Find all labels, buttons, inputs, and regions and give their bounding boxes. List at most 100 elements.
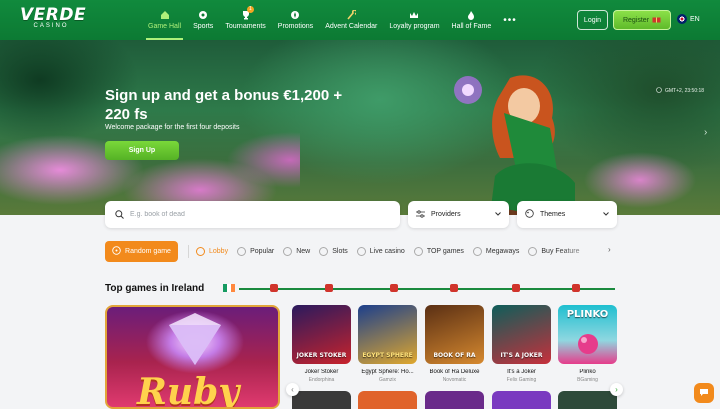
game-thumbnail: BOOK OF RA	[425, 305, 484, 364]
random-game-label: Random game	[125, 248, 171, 255]
nav-loyalty-program[interactable]: Loyalty program	[383, 0, 445, 40]
ireland-flag-icon	[223, 284, 235, 292]
hero-clock: GMT+2, 23:50:18	[656, 87, 704, 95]
category-popular[interactable]: Popular	[237, 247, 274, 256]
game-art-text: PLINKO	[566, 309, 609, 320]
christmas-garland	[239, 288, 615, 290]
language-label: EN	[690, 15, 700, 23]
flame-icon	[466, 10, 476, 20]
cart-icon	[528, 247, 538, 256]
nav-advent-calendar[interactable]: Advent Calendar	[319, 0, 383, 40]
bow-decoration	[390, 284, 398, 292]
megaways-icon	[472, 247, 482, 256]
signup-button[interactable]: Sign Up	[105, 141, 179, 160]
featured-game-art-text: Ruby	[137, 371, 240, 409]
hero-banner: Sign up and get a bonus €1,200 + 220 fs …	[0, 40, 720, 215]
game-name: Book of Ra Deluxe	[429, 369, 480, 375]
uk-flag-icon	[677, 14, 687, 24]
brand-name: VERDE	[20, 5, 87, 25]
nav-label: Hall of Fame	[451, 23, 492, 30]
game-provider: BGaming	[577, 377, 598, 383]
category-top-games[interactable]: TOP games	[413, 247, 464, 256]
category-label: Popular	[250, 248, 275, 255]
games-next-button[interactable]: ›	[610, 383, 623, 396]
game-art-text: JOKER STOKER	[296, 352, 347, 359]
random-game-button[interactable]: Random game	[105, 241, 178, 262]
featured-game-tile[interactable]: Ruby	[105, 305, 280, 409]
chat-button[interactable]	[694, 383, 714, 403]
category-divider	[188, 245, 189, 258]
game-tile[interactable]: EGYPT SPHERE Egypt Sphere: Ho... Gamzix	[358, 305, 417, 383]
slots-icon	[319, 247, 329, 256]
category-label: Megaways	[485, 248, 520, 255]
category-new[interactable]: New	[283, 247, 310, 256]
category-label: New	[296, 248, 311, 255]
bow-decoration	[325, 284, 333, 292]
category-live-casino[interactable]: Live casino	[356, 247, 405, 256]
section-title: Top games in Ireland	[105, 283, 205, 294]
lobby-icon	[196, 247, 205, 256]
nav-tournaments[interactable]: 1 Tournaments	[219, 0, 271, 40]
category-megaways[interactable]: Megaways	[472, 247, 520, 256]
palette-icon	[525, 209, 534, 220]
clock-text: GMT+2, 23:50:18	[665, 88, 705, 94]
house-icon	[160, 10, 170, 20]
nav-game-hall[interactable]: Game Hall	[142, 0, 187, 40]
elf-character-illustration	[454, 75, 575, 215]
game-thumbnail: IT'S A JOKER	[492, 305, 551, 364]
category-lobby[interactable]: Lobby	[196, 247, 228, 256]
register-button[interactable]: Register	[613, 10, 671, 30]
game-provider: Felix Gaming	[506, 377, 537, 383]
game-name: It's a Joker	[507, 369, 536, 375]
providers-label: Providers	[431, 211, 461, 218]
brand-logo[interactable]: VERDE CASINO	[20, 5, 87, 33]
nav-label: Game Hall	[148, 23, 182, 30]
gift-icon	[652, 15, 661, 25]
bow-decoration	[270, 284, 278, 292]
nav-label: Loyalty program	[389, 23, 440, 30]
nav-label: Advent Calendar	[325, 23, 378, 30]
game-thumbnail: PLINKO	[558, 305, 617, 364]
search-icon	[115, 206, 124, 224]
game-thumbnail: JOKER STOKER	[292, 305, 351, 364]
game-tile-row2[interactable]	[558, 391, 617, 409]
category-label: TOP games	[426, 248, 464, 255]
game-tile[interactable]: JOKER STOKER Joker Stoker Endorphina	[292, 305, 351, 383]
more-icon: •••	[503, 14, 517, 26]
game-tile-row2[interactable]	[358, 391, 417, 409]
chat-icon	[699, 384, 709, 402]
login-button[interactable]: Login	[577, 10, 608, 30]
bow-decoration	[572, 284, 580, 292]
games-prev-button[interactable]: ‹	[286, 383, 299, 396]
nav-sports[interactable]: Sports	[187, 0, 219, 40]
game-provider: Gamzix	[379, 377, 396, 383]
nav-promotions[interactable]: Promotions	[272, 0, 319, 40]
heart-icon	[237, 247, 247, 256]
search-input[interactable]	[130, 211, 380, 218]
category-next-icon[interactable]: ›	[608, 245, 611, 254]
soccer-ball-icon	[198, 10, 208, 20]
game-tile[interactable]: BOOK OF RA Book of Ra Deluxe Novomatic	[425, 305, 484, 383]
themes-dropdown[interactable]: Themes	[517, 201, 617, 228]
language-selector[interactable]: EN	[677, 14, 700, 24]
nav-label: Promotions	[277, 23, 314, 30]
game-tile-row2[interactable]	[425, 391, 484, 409]
nav-more[interactable]: •••	[497, 0, 523, 40]
candy-icon	[346, 10, 357, 20]
hero-subtitle: Welcome package for the first four depos…	[105, 124, 240, 131]
providers-dropdown[interactable]: Providers	[408, 201, 509, 228]
themes-label: Themes	[540, 211, 566, 218]
register-label: Register	[622, 16, 650, 24]
bow-decoration	[450, 284, 458, 292]
game-thumbnail: EGYPT SPHERE	[358, 305, 417, 364]
dice-icon	[112, 246, 121, 257]
game-tile[interactable]: IT'S A JOKER It's a Joker Felix Gaming	[492, 305, 551, 383]
game-tile[interactable]: PLINKO Plinko BGaming	[558, 305, 617, 383]
nav-hall-of-fame[interactable]: Hall of Fame	[446, 0, 498, 40]
game-tile-row2[interactable]	[492, 391, 551, 409]
hero-next-icon[interactable]: ›	[704, 127, 707, 138]
category-slots[interactable]: Slots	[319, 247, 348, 256]
game-art-text: EGYPT SPHERE	[362, 352, 413, 359]
game-name: Egypt Sphere: Ho...	[361, 369, 414, 375]
game-tile-row2[interactable]	[292, 391, 351, 409]
